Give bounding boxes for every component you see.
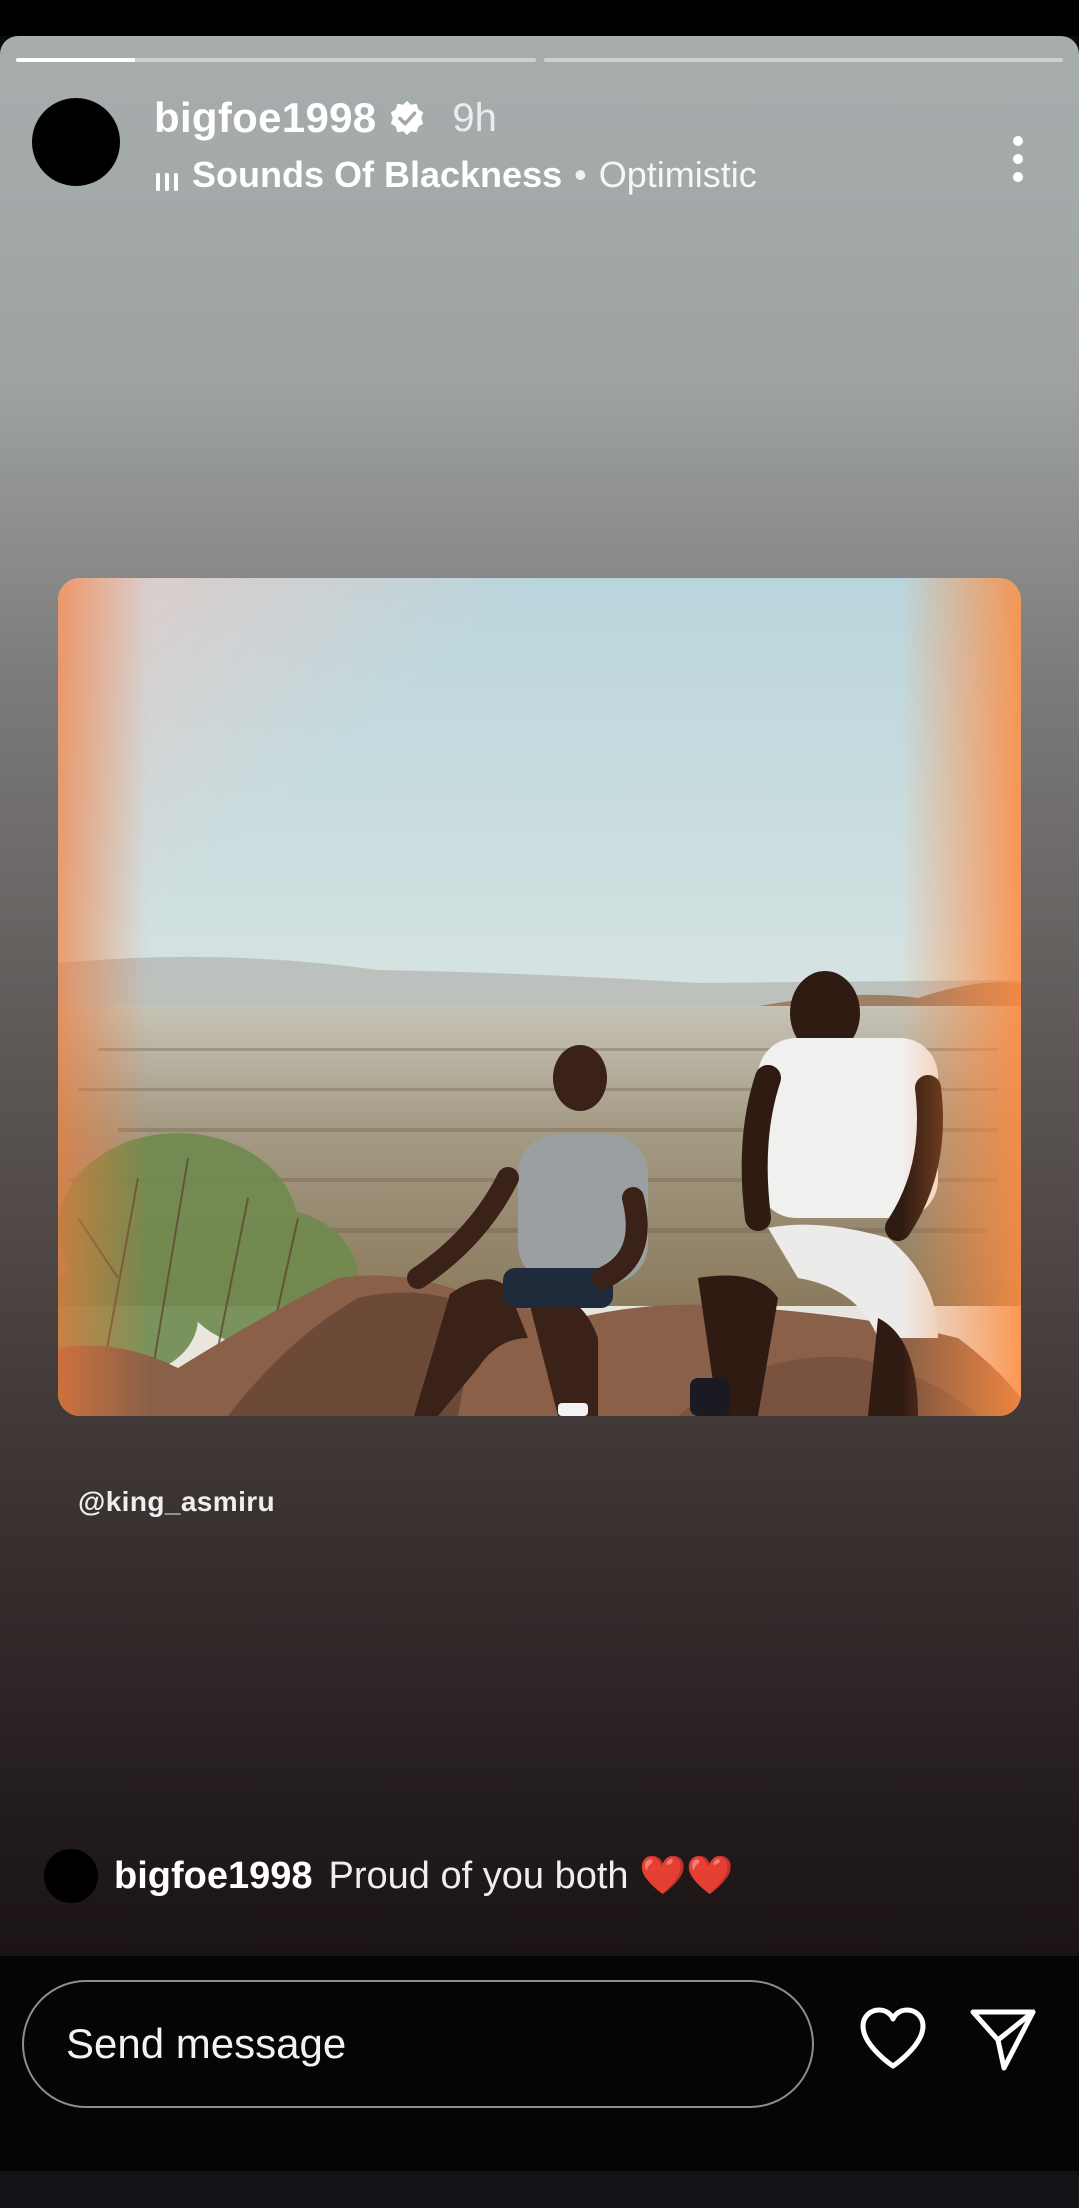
system-nav-bar (0, 2171, 1079, 2208)
progress-segment (16, 58, 536, 62)
user-row: bigfoe1998 9h (154, 94, 497, 142)
send-icon[interactable] (968, 2004, 1038, 2074)
send-message-input[interactable] (22, 1980, 814, 2108)
avatar[interactable] (32, 98, 120, 186)
heart-icon[interactable] (858, 2006, 928, 2072)
reply-bar (0, 1956, 1079, 2171)
story-screen: bigfoe1998 9h Sounds Of Blackness • Opti… (0, 0, 1079, 2208)
verified-badge-icon (388, 99, 426, 137)
story-timestamp: 9h (452, 95, 497, 140)
status-bar-area (0, 0, 1079, 36)
photo-credit-mention[interactable]: @king_asmiru (78, 1486, 275, 1518)
caption-text: Proud of you both ❤️❤️ (328, 1855, 734, 1897)
song-title: Sounds Of Blackness (192, 154, 563, 195)
song-mood: Optimistic (598, 154, 757, 195)
caption-username[interactable]: bigfoe1998 (114, 1855, 313, 1898)
music-attribution[interactable]: Sounds Of Blackness • Optimistic (154, 154, 757, 196)
story-progress (16, 58, 1063, 62)
story-viewer[interactable]: bigfoe1998 9h Sounds Of Blackness • Opti… (0, 36, 1079, 1956)
username[interactable]: bigfoe1998 (154, 94, 376, 142)
more-vertical-icon[interactable] (1011, 134, 1025, 184)
story-caption: bigfoe1998 Proud of you both ❤️❤️ (44, 1849, 734, 1903)
story-photo (58, 578, 1021, 1416)
progress-segment (543, 58, 1063, 62)
music-bars-icon (154, 162, 180, 191)
story-header: bigfoe1998 9h Sounds Of Blackness • Opti… (32, 82, 1047, 195)
separator-dot: • (574, 154, 587, 195)
caption-avatar[interactable] (44, 1849, 98, 1903)
